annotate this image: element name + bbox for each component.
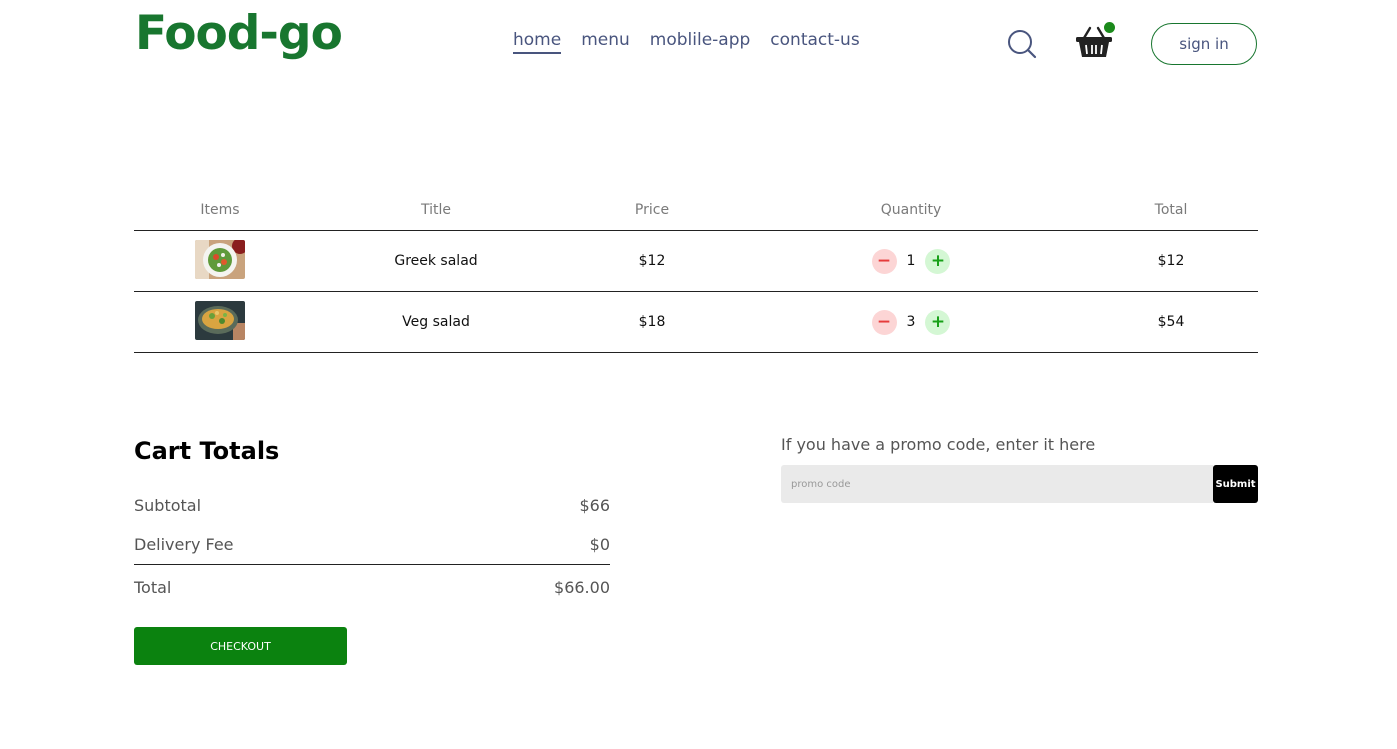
nav-mobile-app[interactable]: moblile-app: [650, 30, 751, 54]
column-quantity: Quantity: [880, 202, 942, 218]
decrease-quantity-button[interactable]: −: [871, 248, 897, 274]
column-total: Total: [1154, 202, 1188, 218]
quantity-value: 3: [906, 314, 916, 330]
decrease-quantity-button[interactable]: −: [871, 309, 897, 335]
column-price: Price: [634, 202, 670, 218]
quantity-value: 1: [906, 253, 916, 269]
logo[interactable]: Food-go: [135, 6, 343, 61]
total-row: Total $66.00: [134, 565, 610, 609]
nav-menu[interactable]: menu: [581, 30, 630, 54]
total-label: Total: [134, 577, 172, 597]
item-price: $12: [638, 253, 666, 269]
column-title: Title: [420, 202, 451, 218]
main-nav: home menu moblile-app contact-us: [513, 30, 860, 54]
item-price: $18: [638, 314, 666, 330]
checkout-button[interactable]: CHECKOUT: [134, 627, 347, 665]
delivery-fee-row: Delivery Fee $0: [134, 525, 610, 565]
column-items: Items: [200, 202, 240, 218]
delivery-fee-value: $0: [589, 535, 610, 554]
quantity-stepper: − 1 +: [738, 248, 1084, 274]
sign-in-button[interactable]: sign in: [1151, 23, 1257, 65]
item-total: $54: [1157, 314, 1185, 330]
cart-totals: Subtotal $66 Delivery Fee $0 Total $66.0…: [134, 485, 610, 609]
increase-quantity-button[interactable]: +: [925, 248, 951, 274]
promo-code-form: Submit: [781, 465, 1258, 503]
promo-code-input[interactable]: [781, 465, 1213, 503]
cart-badge-dot: [1104, 22, 1115, 33]
subtotal-row: Subtotal $66: [134, 485, 610, 525]
increase-quantity-button[interactable]: +: [925, 309, 951, 335]
delivery-fee-label: Delivery Fee: [134, 535, 234, 554]
subtotal-label: Subtotal: [134, 495, 202, 515]
nav-contact-us[interactable]: contact-us: [770, 30, 859, 54]
cart-row: Veg salad $18 − 3 + $54: [134, 292, 1258, 353]
cart-table: Items Title Price Quantity Total Greek s…: [134, 190, 1258, 353]
quantity-stepper: − 3 +: [738, 309, 1084, 335]
promo-instructions: If you have a promo code, enter it here: [781, 435, 1096, 454]
item-title: Veg salad: [402, 314, 470, 330]
veg-salad-image: [195, 300, 245, 340]
cart-row: Greek salad $12 − 1 + $12: [134, 231, 1258, 292]
promo-submit-button[interactable]: Submit: [1213, 465, 1258, 503]
subtotal-value: $66: [579, 495, 610, 515]
total-value: $66.00: [554, 577, 610, 597]
cart-table-header: Items Title Price Quantity Total: [134, 190, 1258, 231]
item-title: Greek salad: [394, 253, 478, 269]
greek-salad-image: [195, 237, 248, 279]
item-total: $12: [1157, 253, 1185, 269]
nav-home[interactable]: home: [513, 30, 562, 54]
cart-totals-title: Cart Totals: [134, 437, 280, 465]
search-icon[interactable]: [1007, 29, 1037, 59]
